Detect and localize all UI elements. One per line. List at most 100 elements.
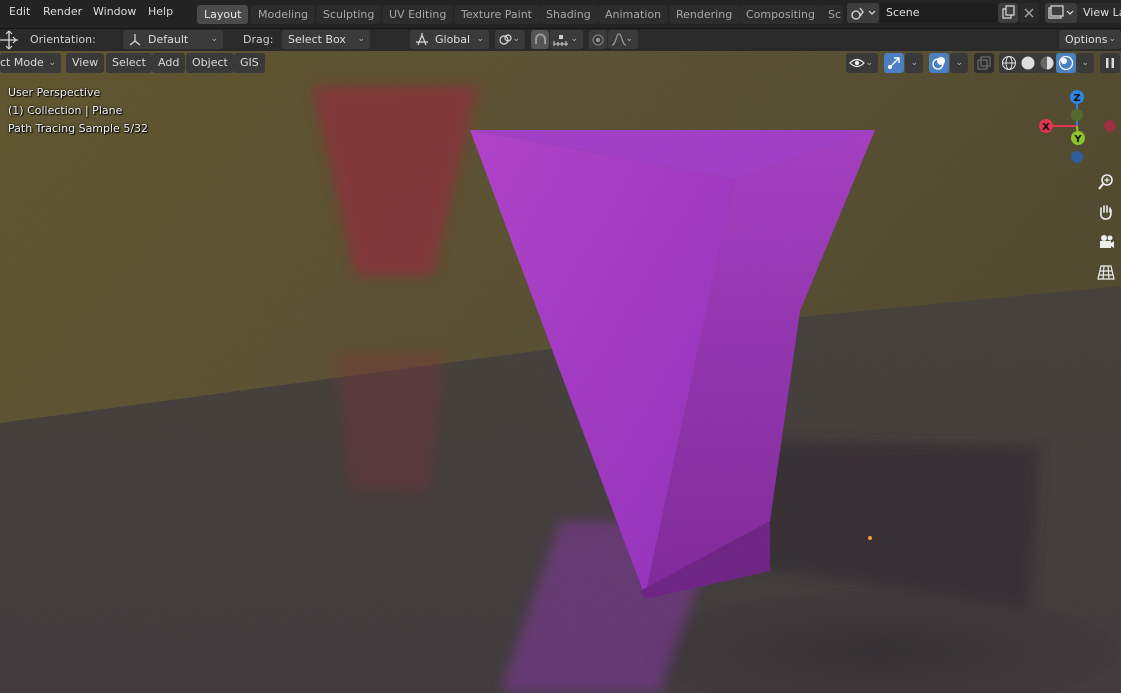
proportional-edit-icon bbox=[592, 34, 604, 46]
object-mode-label: ct Mode bbox=[0, 56, 44, 69]
orientation-value: Default bbox=[148, 33, 189, 46]
tab-texture-paint[interactable]: Texture Paint bbox=[454, 5, 539, 24]
transform-orientation-value: Global bbox=[435, 33, 471, 46]
gizmo-toggle[interactable] bbox=[884, 53, 904, 73]
scene-name-field[interactable]: Scene bbox=[880, 3, 998, 23]
view-layer-icon bbox=[1048, 5, 1074, 19]
tab-uv-editing[interactable]: UV Editing bbox=[382, 5, 454, 24]
gizmo-icon bbox=[888, 57, 900, 69]
tab-shading[interactable]: Shading bbox=[539, 5, 598, 24]
tab-layout[interactable]: Layout bbox=[197, 5, 249, 24]
options-dropdown[interactable]: Options ⌄ bbox=[1059, 30, 1121, 49]
object-menu[interactable]: Object bbox=[186, 53, 234, 73]
visibility-dropdown[interactable]: ⌄ bbox=[846, 53, 878, 73]
duplicate-icon bbox=[1002, 5, 1015, 19]
tab-animation[interactable]: Animation bbox=[598, 5, 669, 24]
tab-rendering[interactable]: Rendering bbox=[669, 5, 740, 24]
pause-icon bbox=[1106, 58, 1114, 68]
ortho-toggle-button[interactable] bbox=[1095, 261, 1117, 283]
object-mode-dropdown[interactable]: ct Mode ⌄ bbox=[0, 53, 61, 73]
xray-toggle[interactable] bbox=[974, 53, 994, 73]
gizmo-neg-y-ball[interactable] bbox=[1071, 109, 1083, 121]
shading-rendered-button[interactable] bbox=[1056, 53, 1076, 73]
chevron-down-icon: ⌄ bbox=[625, 34, 633, 44]
close-icon bbox=[1024, 8, 1034, 18]
tab-sculpting[interactable]: Sculpting bbox=[316, 5, 382, 24]
active-object-label: (1) Collection | Plane bbox=[8, 104, 123, 117]
menu-edit[interactable]: Edit bbox=[9, 5, 30, 19]
chevron-down-icon: ⌄ bbox=[210, 34, 218, 44]
gizmo-neg-x-ball[interactable] bbox=[1104, 120, 1116, 132]
chevron-down-icon: ⌄ bbox=[357, 34, 365, 44]
tab-scripting[interactable]: Sc bbox=[821, 5, 843, 24]
magnet-icon bbox=[535, 33, 546, 44]
snap-increment-icon bbox=[553, 35, 568, 46]
navigation-gizmo[interactable]: Z X Y bbox=[1030, 83, 1121, 168]
shading-material-button[interactable] bbox=[1037, 53, 1057, 73]
gis-menu[interactable]: GIS bbox=[234, 53, 265, 73]
orientation-dropdown[interactable]: Default ⌄ bbox=[123, 30, 223, 49]
3d-viewport[interactable]: ct Mode ⌄ View Select Add Object GIS ⌄ ⌄ bbox=[0, 51, 1121, 693]
menu-render[interactable]: Render bbox=[43, 5, 82, 19]
zoom-in-icon bbox=[1098, 174, 1113, 190]
pivot-point-dropdown[interactable]: ⌄ bbox=[495, 30, 525, 49]
light-origin-dot[interactable] bbox=[868, 536, 872, 540]
chevron-down-icon: ⌄ bbox=[865, 58, 873, 68]
gizmo-z-label: Z bbox=[1073, 93, 1080, 104]
zoom-button[interactable] bbox=[1095, 171, 1117, 193]
hand-icon bbox=[1100, 205, 1112, 220]
delete-scene-button[interactable] bbox=[1019, 3, 1039, 23]
chevron-down-icon: ⌄ bbox=[955, 58, 963, 68]
pause-render-button[interactable] bbox=[1100, 53, 1120, 73]
view-layer-browse-button[interactable] bbox=[1045, 3, 1077, 23]
chevron-down-icon: ⌄ bbox=[1081, 58, 1089, 68]
solid-sphere-icon bbox=[1021, 56, 1035, 70]
rendered-scene bbox=[0, 51, 1121, 693]
tab-compositing[interactable]: Compositing bbox=[739, 5, 822, 24]
proportional-edit-toggle[interactable] bbox=[589, 30, 607, 49]
falloff-dropdown[interactable]: ⌄ bbox=[608, 30, 638, 49]
gizmo-dropdown[interactable]: ⌄ bbox=[905, 53, 923, 73]
new-scene-button[interactable] bbox=[998, 3, 1018, 23]
overlay-toggle[interactable] bbox=[929, 53, 949, 73]
chevron-down-icon: ⌄ bbox=[48, 58, 56, 68]
tab-modeling[interactable]: Modeling bbox=[251, 5, 316, 24]
rendered-sphere-icon bbox=[1058, 55, 1074, 71]
wireframe-sphere-icon bbox=[1001, 55, 1017, 71]
add-menu[interactable]: Add bbox=[152, 53, 186, 73]
shading-wireframe-button[interactable] bbox=[999, 53, 1019, 73]
snap-toggle[interactable] bbox=[531, 30, 549, 49]
material-sphere-icon bbox=[1040, 56, 1054, 70]
gizmo-x-label: X bbox=[1042, 122, 1050, 133]
chevron-down-icon: ⌄ bbox=[512, 34, 520, 44]
drag-value: Select Box bbox=[288, 33, 346, 46]
view-layer-field[interactable]: View La bbox=[1077, 3, 1121, 23]
shading-dropdown[interactable]: ⌄ bbox=[1076, 53, 1094, 73]
options-label: Options bbox=[1065, 33, 1108, 46]
overlay-dropdown[interactable]: ⌄ bbox=[950, 53, 968, 73]
global-axes-icon bbox=[416, 33, 428, 46]
scene-icon bbox=[851, 7, 876, 20]
render-noise bbox=[0, 51, 1121, 693]
gizmo-neg-z-ball[interactable] bbox=[1071, 151, 1083, 163]
scene-browse-button[interactable] bbox=[847, 3, 879, 23]
pivot-icon bbox=[499, 34, 512, 45]
chevron-down-icon: ⌄ bbox=[1108, 34, 1116, 44]
orientation-icon bbox=[129, 34, 141, 46]
camera-view-button[interactable] bbox=[1095, 231, 1117, 253]
select-menu[interactable]: Select bbox=[106, 53, 152, 73]
view-menu[interactable]: View bbox=[66, 53, 105, 73]
pan-button[interactable] bbox=[1095, 201, 1117, 223]
transform-orientation-dropdown[interactable]: Global ⌄ bbox=[410, 30, 489, 49]
move-tool-icon[interactable] bbox=[0, 29, 18, 51]
orientation-label: Orientation: bbox=[30, 33, 96, 46]
shading-solid-button[interactable] bbox=[1018, 53, 1038, 73]
grid-perspective-icon bbox=[1097, 265, 1115, 280]
menu-window[interactable]: Window bbox=[93, 5, 136, 19]
menu-help[interactable]: Help bbox=[148, 5, 173, 19]
top-menu-bar: Edit Render Window Help Layout Modeling … bbox=[0, 0, 1121, 29]
view-perspective-label: User Perspective bbox=[8, 86, 101, 99]
camera-icon bbox=[1100, 235, 1114, 248]
drag-dropdown[interactable]: Select Box ⌄ bbox=[282, 30, 370, 49]
snap-target-dropdown[interactable]: ⌄ bbox=[550, 30, 583, 49]
